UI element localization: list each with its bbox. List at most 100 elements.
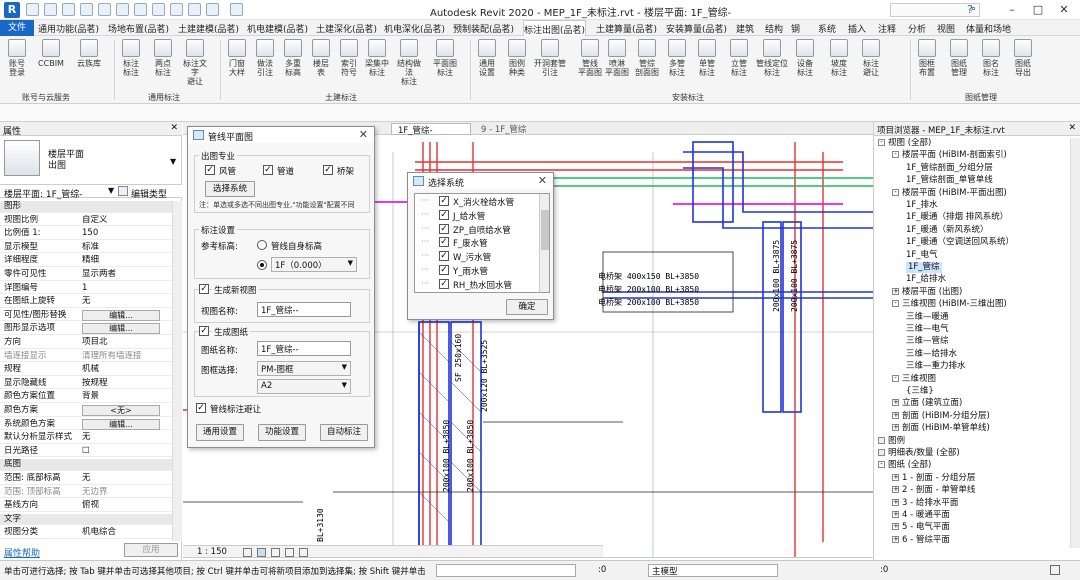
property-value[interactable]: 背景 xyxy=(82,391,172,403)
system-checkbox[interactable]: ✓ xyxy=(439,251,449,262)
system-checkbox[interactable]: ✓ xyxy=(439,209,449,220)
menu-tab[interactable]: 结构 xyxy=(765,22,783,35)
menu-tab[interactable]: 系统 xyxy=(818,22,836,35)
menu-tab[interactable]: 插入 xyxy=(848,22,866,35)
properties-help-link[interactable]: 属性帮助 xyxy=(4,546,40,559)
ribbon-button[interactable]: 标注文字 避让 xyxy=(182,39,208,86)
tree-node[interactable]: +5 - 电气平面 xyxy=(892,522,950,533)
ribbon-button[interactable]: 单管 标注 xyxy=(694,39,720,77)
ribbon-button[interactable]: 门窗 大样 xyxy=(224,39,250,77)
close-icon[interactable]: ✕ xyxy=(1052,2,1076,18)
tray-checkbox[interactable]: ✓ xyxy=(323,165,333,175)
ribbon-button[interactable]: 管综 剖面图 xyxy=(634,39,660,77)
frame-select[interactable]: PM-图框 ▼ xyxy=(257,361,351,376)
select-system-button[interactable]: 选择系统 xyxy=(205,181,255,197)
expand-icon[interactable]: + xyxy=(892,424,899,432)
tree-node[interactable]: - 楼层平面 (HiBIM-平面出图) xyxy=(892,188,1007,199)
apply-button[interactable]: 应用 xyxy=(124,543,178,557)
property-edit-button[interactable]: 编辑... xyxy=(82,309,160,321)
menu-tab[interactable]: 土建算量(品茗) xyxy=(596,22,657,35)
system-list-item[interactable]: ··· ✓ J_给水管 xyxy=(415,209,537,222)
tree-node[interactable]: 三维—管综 xyxy=(906,336,949,347)
tree-node[interactable]: 1F_排水 xyxy=(906,200,938,211)
switch-windows-icon[interactable] xyxy=(206,3,219,16)
expand-icon[interactable]: + xyxy=(892,511,899,518)
ribbon-button[interactable]: 图名 标注 xyxy=(978,39,1004,77)
tree-node[interactable]: - 图纸 (全部) xyxy=(878,460,931,471)
tab-current-view[interactable]: 1F_管综- xyxy=(391,123,471,136)
ok-button[interactable]: 确定 xyxy=(506,299,548,315)
ribbon-button[interactable]: 标注 避让 xyxy=(858,39,884,77)
ribbon-button[interactable]: 图框 布置 xyxy=(914,39,940,77)
property-value[interactable]: 精细 xyxy=(82,255,172,267)
shadows-icon[interactable] xyxy=(285,548,294,557)
menu-tab[interactable]: 注释 xyxy=(878,22,896,35)
tree-node[interactable]: + 立面 (建筑立面) xyxy=(892,398,962,409)
menu-tab[interactable]: 场地布置(品茗) xyxy=(108,22,169,35)
tree-node[interactable]: 1F_管综 xyxy=(906,262,942,273)
ribbon-button[interactable]: 云族库 xyxy=(76,39,102,68)
design-option-select[interactable]: 主模型 xyxy=(648,564,778,577)
detail-level-icon[interactable] xyxy=(243,548,252,557)
property-edit-button[interactable]: <无> xyxy=(82,405,160,416)
menu-tab[interactable]: 预制装配(品茗) xyxy=(453,22,514,35)
3d-view-icon[interactable] xyxy=(152,3,165,16)
ribbon-button[interactable]: 标注 标注 xyxy=(118,39,144,77)
ribbon-button[interactable]: 多重 标高 xyxy=(280,39,306,77)
menu-tab[interactable]: 土建深化(品茗) xyxy=(316,22,377,35)
ribbon-button[interactable]: 图纸 导出 xyxy=(1010,39,1036,77)
ribbon-button[interactable]: 索引 符号 xyxy=(336,39,362,77)
property-row[interactable]: 图形 xyxy=(0,201,172,213)
pipe-checkbox[interactable]: ✓ xyxy=(263,165,273,175)
print-icon[interactable] xyxy=(98,3,111,16)
expand-icon[interactable]: + xyxy=(892,473,899,481)
property-value[interactable]: 无边界 xyxy=(82,487,172,499)
section-icon[interactable] xyxy=(170,3,183,16)
property-value[interactable]: 无 xyxy=(82,296,172,308)
close-browser-icon[interactable]: ✕ xyxy=(1068,123,1076,133)
ribbon-button[interactable]: 立管 标注 xyxy=(726,39,752,77)
ribbon-button[interactable]: 图例 种类 xyxy=(504,39,530,77)
tree-node[interactable]: 1F_给排水 xyxy=(906,274,946,285)
tree-node[interactable]: +6 - 管综平面 xyxy=(892,535,950,546)
property-value[interactable]: 标准 xyxy=(82,242,172,254)
property-value[interactable]: 无 xyxy=(82,473,172,485)
tree-node[interactable]: 1F_管综剖面_单管单线 xyxy=(906,175,993,186)
generate-sheet-checkbox[interactable]: ✓ xyxy=(199,326,209,336)
expand-icon[interactable]: + xyxy=(892,535,899,543)
system-checkbox[interactable]: ✓ xyxy=(439,278,449,289)
property-value[interactable]: 150 xyxy=(82,228,172,240)
property-row[interactable]: 底图 xyxy=(0,459,172,471)
tree-node[interactable]: +3 - 给排水平面 xyxy=(892,498,958,509)
system-checkbox[interactable]: ✓ xyxy=(439,196,449,206)
ribbon-button[interactable]: 结构做法 标注 xyxy=(396,39,422,86)
new-view-checkbox[interactable]: ✓ xyxy=(199,284,209,294)
measure-icon[interactable] xyxy=(116,3,129,16)
tree-node[interactable]: 三维—电气 xyxy=(906,324,949,335)
save-icon[interactable] xyxy=(44,3,57,16)
expand-icon[interactable]: + xyxy=(892,523,899,531)
edit-type-button[interactable]: 编辑类型 xyxy=(131,187,167,200)
tree-node[interactable]: + 剖面 (HiBIM-单管单线) xyxy=(892,423,990,434)
ribbon-button[interactable]: 开洞套管 引注 xyxy=(534,39,566,77)
tree-node[interactable]: - 三维视图 (HiBIM-三维出图) xyxy=(892,299,1007,310)
tree-node[interactable]: - 楼层平面 (HiBIM-剖面索引) xyxy=(892,150,1007,161)
menu-file[interactable]: 文件 xyxy=(0,20,34,36)
menu-tab[interactable]: 建筑 xyxy=(736,22,754,35)
sheet-name-input[interactable]: 1F_管综-- xyxy=(257,341,351,356)
ribbon-button[interactable]: 通用 设置 xyxy=(474,39,500,77)
selector-dropdown-icon[interactable]: ▼ xyxy=(108,186,114,195)
ribbon-button[interactable]: 做法 引注 xyxy=(252,39,278,77)
property-value[interactable]: 自定义 xyxy=(82,215,172,227)
system-list-item[interactable]: ··· ✓ Y_雨水管 xyxy=(415,264,537,277)
menu-tab[interactable]: 机电深化(品茗) xyxy=(384,22,445,35)
maximize-icon[interactable]: □ xyxy=(1026,2,1050,18)
type-dropdown-icon[interactable]: ▼ xyxy=(170,157,176,166)
tree-node[interactable]: 三维—给排水 xyxy=(906,349,957,360)
expand-icon[interactable]: + xyxy=(892,287,899,295)
tree-node[interactable]: 1F_电气 xyxy=(906,250,938,261)
tree-node[interactable]: +2 - 剖面 - 单管单线 xyxy=(892,485,975,496)
ribbon-button[interactable]: 图纸 管理 xyxy=(946,39,972,77)
menu-tab[interactable]: 标注出图(品茗) xyxy=(523,20,587,36)
property-value[interactable]: ☐ xyxy=(82,446,172,458)
